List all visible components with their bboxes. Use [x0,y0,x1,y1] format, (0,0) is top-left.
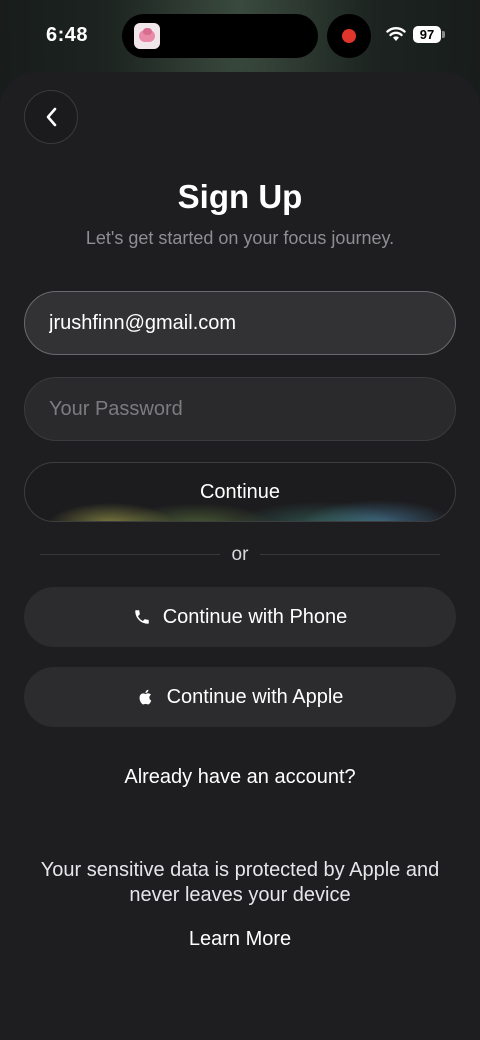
phone-button-label: Continue with Phone [162,605,348,628]
apple-icon [139,689,151,705]
apple-button-label: Continue with Apple [166,685,344,708]
signup-sheet: Sign Up Let's get started on your focus … [0,72,480,1040]
already-have-account-link[interactable]: Already have an account? [0,766,480,789]
learn-more-link[interactable]: Learn More [0,928,480,951]
divider-right [260,554,440,555]
email-field[interactable] [24,291,456,355]
focus-app-icon [134,23,160,49]
continue-with-phone-button[interactable]: Continue with Phone [24,587,456,647]
phone-icon [134,610,149,624]
battery-cap [442,31,445,38]
continue-label: Continue [199,480,281,503]
back-button[interactable] [24,90,78,144]
password-field[interactable] [24,377,456,441]
record-dot-icon [342,29,356,43]
status-bar: 6:48 97 [0,0,480,72]
continue-button[interactable]: Continue [24,462,456,522]
wifi-icon [386,27,406,41]
page-title: Sign Up [177,178,303,215]
recording-indicator [327,14,371,58]
or-label: or [231,544,249,565]
status-time: 6:48 [46,24,89,46]
continue-with-apple-button[interactable]: Continue with Apple [24,667,456,727]
dynamic-island [122,14,318,58]
page-subtitle: Let's get started on your focus journey. [85,228,395,248]
chevron-left-icon [46,107,57,127]
privacy-notice: Your sensitive data is protected by Appl… [40,859,440,906]
battery-indicator: 97 [413,26,441,43]
